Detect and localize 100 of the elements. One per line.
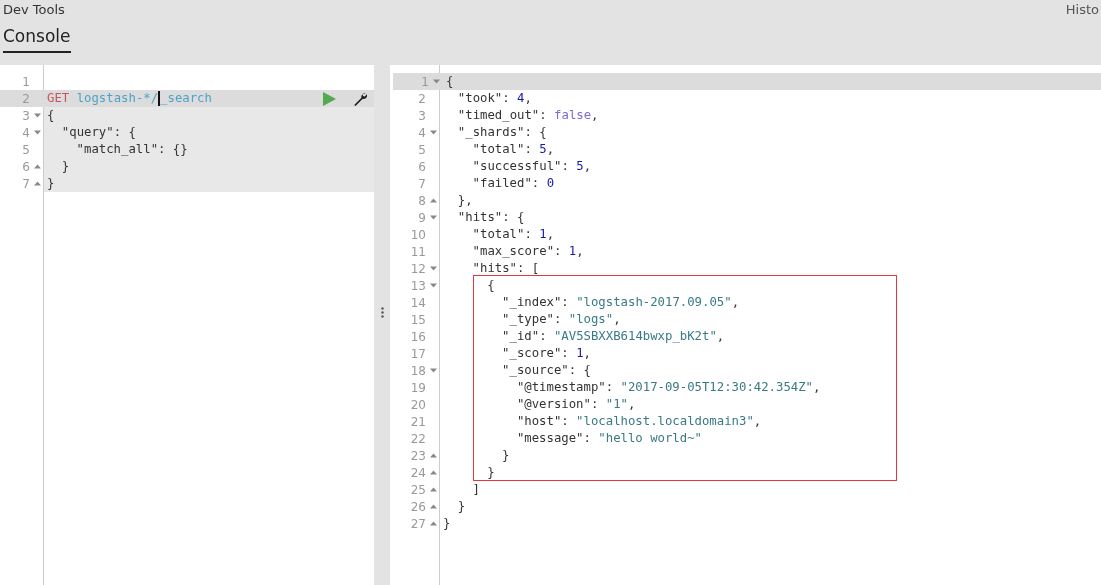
json-punctuation: , — [524, 90, 532, 107]
line-number: 26 — [409, 499, 426, 514]
line-number: 13 — [409, 278, 426, 293]
json-key: "total" — [472, 141, 525, 158]
json-key: "host" — [516, 413, 562, 430]
json-key: "message" — [516, 430, 584, 447]
json-punctuation: , — [613, 311, 621, 328]
fold-caret-icon[interactable] — [429, 266, 437, 271]
json-key: "query" — [61, 124, 114, 141]
json-key: "_shards" — [457, 124, 525, 141]
json-punctuation: } — [502, 447, 510, 464]
json-punctuation: : — [524, 141, 533, 158]
json-punctuation: , — [813, 379, 821, 396]
fold-caret-icon[interactable] — [429, 283, 437, 288]
json-string: "AV5SBXXB614bwxp_bK2t" — [553, 328, 717, 345]
json-punctuation: }, — [457, 192, 473, 209]
line-number: 3 — [21, 108, 30, 123]
json-punctuation: } — [61, 158, 70, 175]
line-number: 10 — [409, 227, 426, 242]
json-punctuation: , — [576, 243, 584, 260]
line-number: 6 — [417, 159, 426, 174]
json-punctuation: { — [487, 277, 495, 294]
json-key: "@version" — [516, 396, 591, 413]
fold-caret-icon[interactable] — [429, 368, 437, 373]
fold-caret-icon[interactable] — [429, 487, 437, 492]
fold-caret-icon[interactable] — [429, 470, 437, 475]
json-punctuation: : — [531, 175, 541, 192]
json-key: "@timestamp" — [516, 379, 606, 396]
json-string: "localhost.localdomain3" — [576, 413, 754, 430]
line-number: 20 — [409, 397, 426, 412]
line-number: 1 — [21, 74, 30, 89]
json-string: "logs" — [568, 311, 614, 328]
json-punctuation: : — [539, 107, 548, 124]
json-number: 1 — [539, 226, 547, 243]
fold-caret-icon[interactable] — [33, 130, 41, 135]
json-key: "max_score" — [472, 243, 555, 260]
json-punctuation: { — [446, 73, 454, 90]
line-number: 1 — [420, 74, 429, 89]
line-number: 27 — [409, 516, 426, 531]
fold-caret-icon[interactable] — [429, 521, 437, 526]
json-key: "timed_out" — [457, 107, 540, 124]
line-number: 11 — [409, 244, 426, 259]
json-number: 4 — [517, 90, 525, 107]
json-key: "hits" — [472, 260, 517, 277]
json-string: "1" — [605, 396, 628, 413]
request-editor[interactable]: 1 2 GET logstash-*/ _search 3 { 4 "query": { 5 "match_all": {} 6 } 7 } — [0, 65, 374, 585]
json-punctuation: , — [591, 107, 599, 124]
json-punctuation: : — [561, 345, 570, 362]
json-number: 5 — [576, 158, 584, 175]
json-key: "took" — [457, 90, 503, 107]
fold-caret-icon[interactable] — [429, 453, 437, 458]
json-number: 5 — [539, 141, 547, 158]
json-key: "failed" — [472, 175, 532, 192]
fold-caret-icon[interactable] — [429, 198, 437, 203]
fold-caret-icon[interactable] — [432, 79, 440, 84]
json-punctuation: : [ — [517, 260, 540, 277]
fold-caret-icon[interactable] — [429, 215, 437, 220]
json-punctuation: : — [553, 311, 563, 328]
line-number: 9 — [417, 210, 426, 225]
json-punctuation: : — [561, 413, 570, 430]
request-url: logstash-*/ — [76, 90, 159, 107]
fold-caret-icon[interactable] — [429, 130, 437, 135]
line-number: 6 — [21, 159, 30, 174]
json-punctuation: , — [546, 226, 555, 243]
json-key: "_id" — [502, 328, 540, 345]
json-key: "_score" — [502, 345, 562, 362]
history-link[interactable]: Histo — [1065, 1, 1099, 17]
line-number: 8 — [417, 193, 426, 208]
console-tab[interactable]: Console — [3, 26, 71, 53]
line-number: 7 — [21, 176, 30, 191]
json-key: "match_all" — [76, 141, 159, 158]
line-number: 17 — [409, 346, 426, 361]
json-punctuation: : {} — [158, 141, 188, 158]
http-method: GET — [47, 90, 70, 107]
fold-caret-icon[interactable] — [33, 181, 41, 186]
json-boolean: false — [554, 107, 592, 124]
json-string: "hello world~" — [598, 430, 702, 447]
json-punctuation: , — [546, 141, 555, 158]
fold-caret-icon[interactable] — [33, 164, 41, 169]
line-number: 19 — [409, 380, 426, 395]
line-number: 14 — [409, 295, 426, 310]
line-number: 16 — [409, 329, 426, 344]
line-number: 4 — [21, 125, 30, 140]
json-punctuation: : — [502, 90, 511, 107]
json-punctuation: } — [457, 498, 466, 515]
json-punctuation: : { — [568, 362, 591, 379]
fold-caret-icon[interactable] — [33, 113, 41, 118]
resize-handle[interactable] — [374, 65, 390, 585]
line-number: 18 — [409, 363, 426, 378]
line-number: 23 — [409, 448, 426, 463]
json-punctuation: : { — [502, 209, 525, 226]
json-punctuation: : { — [524, 124, 547, 141]
json-punctuation: : — [561, 158, 570, 175]
wrench-icon[interactable] — [353, 91, 367, 106]
line-number: 5 — [21, 142, 30, 157]
line-number: 22 — [409, 431, 426, 446]
fold-caret-icon[interactable] — [429, 504, 437, 509]
json-punctuation: : — [539, 328, 548, 345]
json-punctuation: : — [605, 379, 615, 396]
play-icon[interactable] — [323, 91, 336, 106]
